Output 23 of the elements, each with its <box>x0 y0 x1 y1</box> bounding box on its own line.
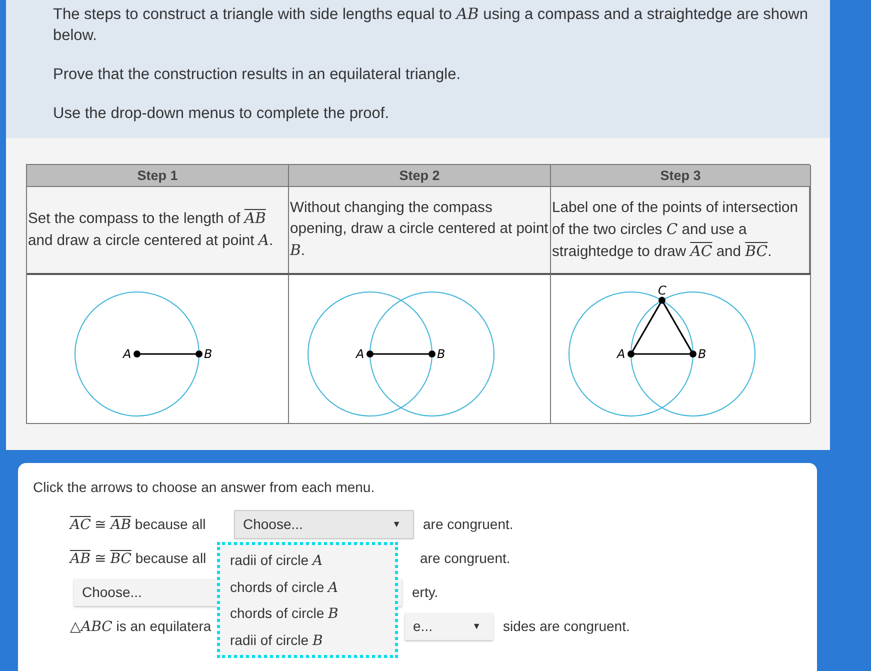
proof-statement: sides are congruent. <box>503 618 630 634</box>
proof-statement: AB ≅ BC because all <box>70 550 206 566</box>
point-label: C <box>658 283 666 298</box>
point-label: B <box>698 347 706 361</box>
proof-statement: are congruent. <box>420 550 510 566</box>
instruction-text: Prove that the construction results in an equilateral triangle. <box>53 65 462 85</box>
column-header: Step 2 <box>289 165 551 187</box>
point-label: A <box>356 347 364 361</box>
menu-instruction: Click the arrows to choose an answer from each menu. <box>33 479 376 495</box>
instruction-text: The steps to construct a triangle with side lengths equal to AB using a compass and a straightedge are shown below. <box>53 4 809 46</box>
instruction-text: Use the drop-down menus to complete the proof. <box>53 104 390 124</box>
proof-statement: △ABC is an equilatera <box>70 618 212 634</box>
proof-statement: erty. <box>412 584 438 600</box>
point-label: A <box>122 347 131 361</box>
point-label: A <box>616 347 625 361</box>
column-header: Step 3 <box>551 165 811 187</box>
point-label: B <box>204 347 212 361</box>
proof-statement: AC ≅ AB because all <box>70 516 206 532</box>
point-label: B <box>436 347 445 361</box>
proof-statement: are congruent. <box>423 516 514 532</box>
caret-icon: ▼ <box>472 621 481 631</box>
column-header: Step 1 <box>27 165 289 187</box>
caret-icon: ▼ <box>392 519 401 529</box>
